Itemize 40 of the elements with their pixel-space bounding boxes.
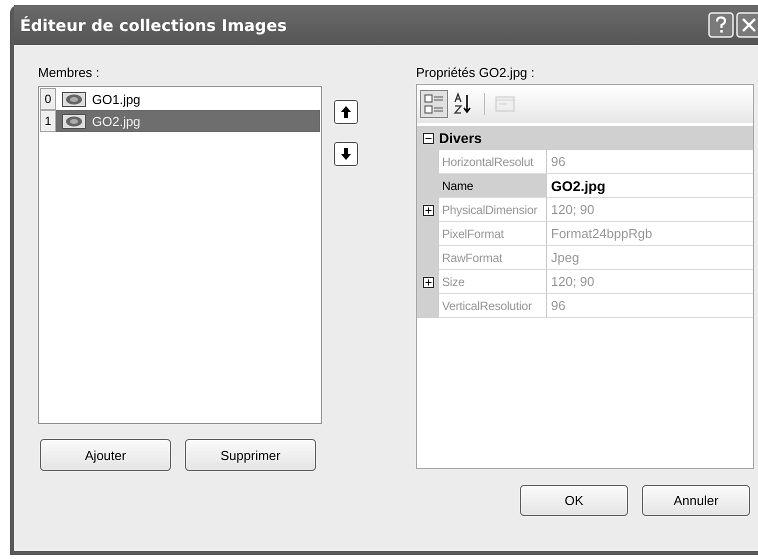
property-name[interactable]: PhysicalDimensior xyxy=(439,198,547,222)
property-name[interactable]: HorizontalResolut xyxy=(439,150,547,174)
member-name: GO1.jpg xyxy=(92,92,140,106)
members-label: Membres : xyxy=(38,65,100,80)
property-value[interactable]: 96 xyxy=(547,150,753,174)
expand-icon[interactable] xyxy=(422,276,434,288)
window-title: Éditeur de collections Images xyxy=(20,16,287,34)
property-value[interactable]: Format24bppRgb xyxy=(547,222,753,246)
cancel-button[interactable]: Annuler xyxy=(642,485,750,516)
member-item[interactable]: 1 GO2.jpg xyxy=(40,110,320,132)
item-index: 1 xyxy=(40,110,56,132)
arrow-up-icon xyxy=(341,106,351,118)
member-name: GO2.jpg xyxy=(92,114,140,128)
arrow-down-icon xyxy=(341,148,351,160)
remove-button[interactable]: Supprimer xyxy=(185,439,316,471)
ok-button[interactable]: OK xyxy=(520,485,628,516)
property-name[interactable]: Size xyxy=(439,270,547,294)
property-name[interactable]: PixelFormat xyxy=(439,222,547,246)
property-name[interactable]: Name xyxy=(439,174,547,198)
property-value[interactable]: GO2.jpg xyxy=(547,174,753,198)
property-name[interactable]: RawFormat xyxy=(439,246,547,270)
property-name[interactable]: VerticalResolutior xyxy=(439,294,547,318)
property-value[interactable]: 120; 90 xyxy=(547,198,753,222)
image-thumbnail-icon xyxy=(62,92,86,106)
property-value[interactable]: 120; 90 xyxy=(547,270,753,294)
member-item[interactable]: 0 GO1.jpg xyxy=(40,88,320,110)
help-icon[interactable] xyxy=(708,12,734,38)
category-row[interactable]: Divers xyxy=(417,126,753,150)
move-down-button[interactable] xyxy=(334,142,358,166)
property-value[interactable]: Jpeg xyxy=(547,246,753,270)
move-up-button[interactable] xyxy=(334,100,358,124)
add-button[interactable]: Ajouter xyxy=(40,439,171,471)
item-index: 0 xyxy=(40,88,56,110)
close-icon[interactable] xyxy=(736,12,758,38)
properties-label: Propriétés GO2.jpg : xyxy=(416,65,536,80)
image-thumbnail-icon xyxy=(62,114,86,128)
categorized-icon[interactable] xyxy=(420,90,448,118)
expand-icon[interactable] xyxy=(422,204,434,216)
category-name: Divers xyxy=(439,130,482,146)
property-value[interactable]: 96 xyxy=(547,294,753,318)
